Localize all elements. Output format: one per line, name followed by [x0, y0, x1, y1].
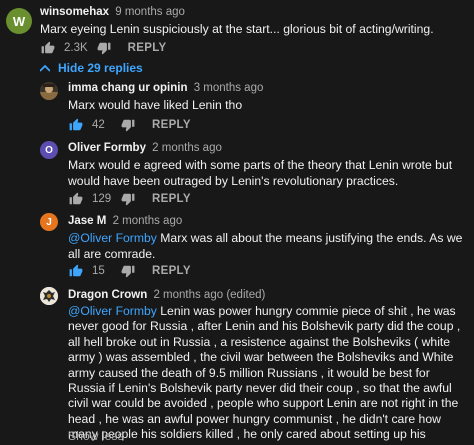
- avatar[interactable]: O: [40, 141, 58, 159]
- timestamp[interactable]: 3 months ago: [194, 82, 264, 94]
- reply-button[interactable]: REPLY: [152, 193, 191, 205]
- comment-text: @Oliver Formby Marx was all about the me…: [68, 231, 468, 262]
- reply-button[interactable]: REPLY: [128, 42, 167, 54]
- like-count: 15: [92, 265, 105, 277]
- comment-text-body: Lenin was power hungry commie piece of s…: [68, 304, 461, 445]
- show-less-button[interactable]: Show less: [68, 429, 124, 443]
- comment-actions: 42 REPLY: [68, 117, 191, 133]
- comment-header: Oliver Formby 2 months ago: [68, 142, 222, 154]
- avatar[interactable]: J: [40, 213, 58, 231]
- crest-avatar-icon: [40, 287, 58, 305]
- like-count: 42: [92, 119, 105, 131]
- chevron-up-icon: [40, 64, 52, 72]
- reply-button[interactable]: REPLY: [152, 119, 191, 131]
- comment-header: imma chang ur opinin 3 months ago: [68, 82, 263, 94]
- comment-actions: 2.3K REPLY: [40, 40, 166, 56]
- author-name[interactable]: Jase M: [68, 215, 106, 227]
- thumbs-down-icon[interactable]: [120, 263, 136, 279]
- photo-avatar-icon: [40, 82, 58, 100]
- author-name[interactable]: winsomehax: [40, 6, 109, 18]
- avatar[interactable]: [40, 82, 58, 100]
- timestamp[interactable]: 2 months ago (edited): [153, 289, 265, 301]
- thumbs-down-icon[interactable]: [96, 40, 112, 56]
- author-name[interactable]: imma chang ur opinin: [68, 82, 187, 94]
- reply-button[interactable]: REPLY: [152, 265, 191, 277]
- timestamp[interactable]: 2 months ago: [152, 142, 222, 154]
- comment-text: Marx eyeing Lenin suspiciously at the st…: [40, 22, 434, 36]
- comment-actions: 129 REPLY: [68, 191, 191, 207]
- timestamp[interactable]: 9 months ago: [115, 6, 185, 18]
- avatar-letter: O: [45, 144, 53, 156]
- hide-replies-label: Hide 29 replies: [58, 61, 143, 75]
- like-count: 2.3K: [64, 42, 88, 54]
- avatar[interactable]: W: [6, 8, 32, 34]
- author-name[interactable]: Dragon Crown: [68, 289, 147, 301]
- comment-header: winsomehax 9 months ago: [40, 6, 185, 18]
- like-count: 129: [92, 193, 112, 205]
- avatar-letter: W: [12, 13, 26, 29]
- avatar-letter: J: [46, 216, 52, 228]
- comment-header: Dragon Crown 2 months ago (edited): [68, 289, 265, 301]
- thumbs-up-icon[interactable]: [68, 117, 84, 133]
- thumbs-up-icon[interactable]: [68, 263, 84, 279]
- mention-link[interactable]: @Oliver Formby: [68, 304, 157, 318]
- thumbs-down-icon[interactable]: [120, 117, 136, 133]
- comment-text: Marx would have liked Lenin tho: [68, 98, 243, 112]
- thumbs-up-icon[interactable]: [40, 40, 56, 56]
- thumbs-up-icon[interactable]: [68, 191, 84, 207]
- author-name[interactable]: Oliver Formby: [68, 142, 146, 154]
- thumbs-down-icon[interactable]: [120, 191, 136, 207]
- hide-replies-button[interactable]: Hide 29 replies: [40, 61, 143, 75]
- mention-link[interactable]: @Oliver Formby: [68, 231, 157, 245]
- avatar[interactable]: [40, 287, 58, 305]
- timestamp[interactable]: 2 months ago: [113, 215, 183, 227]
- comment-header: Jase M 2 months ago: [68, 215, 182, 227]
- comment-actions: 15 REPLY: [68, 263, 191, 279]
- comment-text: @Oliver Formby Lenin was power hungry co…: [68, 304, 468, 445]
- comment-text: Marx would e agreed with some parts of t…: [68, 158, 453, 188]
